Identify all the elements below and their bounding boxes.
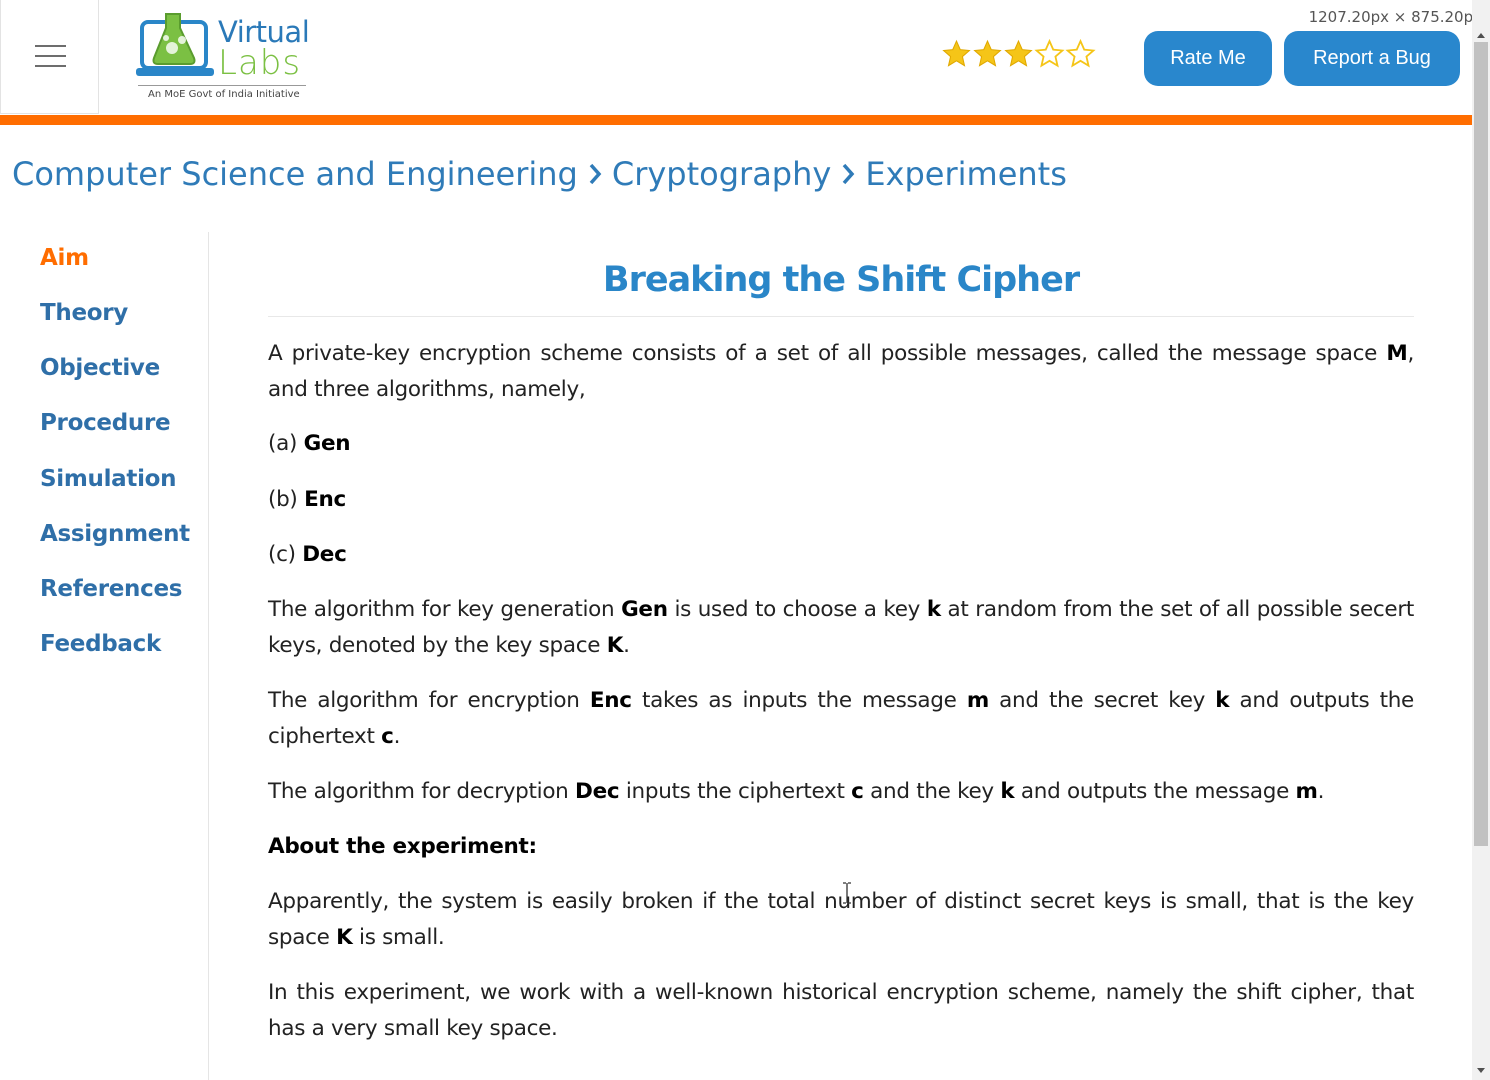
text: inputs the ciphertext	[619, 779, 852, 804]
title-divider	[268, 316, 1414, 317]
scroll-down-arrow-icon[interactable]	[1472, 1064, 1490, 1078]
symbol: k	[1000, 779, 1015, 804]
list-item-enc: (b) Enc	[268, 482, 1414, 518]
sidebar-item-procedure[interactable]: Procedure	[40, 410, 171, 436]
sidebar-item-assignment[interactable]: Assignment	[40, 521, 190, 547]
gen-paragraph: The algorithm for key generation Gen is …	[268, 592, 1414, 663]
algorithm-name: Enc	[304, 487, 346, 512]
list-prefix: (b)	[268, 487, 305, 512]
header-accent-bar	[0, 115, 1472, 125]
text: A private-key encryption scheme consists…	[268, 341, 1387, 366]
star-empty-icon[interactable]	[1065, 38, 1096, 70]
symbol: k	[926, 597, 941, 622]
virtual-labs-logo[interactable]: Virtual Labs An MoE Govt of India Initia…	[136, 6, 316, 106]
list-prefix: (a)	[268, 431, 304, 456]
hamburger-menu-button[interactable]	[0, 0, 99, 114]
breadcrumb-item-department[interactable]: Computer Science and Engineering	[12, 155, 578, 193]
experiment-paragraph: In this experiment, we work with a well-…	[268, 980, 1414, 1041]
logo-text-labs: Labs	[218, 43, 302, 83]
text: is small.	[352, 924, 445, 950]
message-space-symbol: M	[1386, 341, 1408, 366]
logo-divider	[138, 85, 306, 86]
logo-tagline: An MoE Govt of India Initiative	[148, 89, 300, 100]
breadcrumb: Computer Science and Engineering Cryptog…	[12, 155, 1067, 193]
list-item-dec: (c) Dec	[268, 537, 1414, 573]
sidebar-item-simulation[interactable]: Simulation	[40, 466, 177, 492]
rating-stars[interactable]	[941, 38, 1096, 70]
scroll-up-arrow-icon[interactable]	[1472, 28, 1490, 42]
chevron-right-icon	[843, 163, 855, 185]
page-title: Breaking the Shift Cipher	[602, 260, 1080, 300]
symbol: k	[1215, 688, 1230, 713]
symbol: m	[1295, 779, 1318, 804]
symbol: Enc	[589, 688, 632, 713]
text: .	[623, 632, 630, 658]
sidebar-item-aim[interactable]: Aim	[40, 245, 89, 271]
sidebar-item-theory[interactable]: Theory	[40, 300, 128, 326]
sidebar-nav: Aim Theory Objective Procedure Simulatio…	[0, 232, 209, 1080]
dimensions-tooltip: 1207.20px × 875.20px	[1308, 6, 1488, 28]
breadcrumb-item-lab[interactable]: Cryptography	[612, 155, 831, 193]
text: The algorithm for encryption	[268, 688, 590, 713]
symbol: K	[606, 632, 624, 658]
section-heading: About the experiment:	[268, 834, 537, 859]
intro-paragraph: A private-key encryption scheme consists…	[268, 336, 1414, 407]
chevron-right-icon	[589, 163, 602, 185]
list-prefix: (c)	[268, 542, 303, 567]
sidebar-item-references[interactable]: References	[40, 576, 182, 602]
text-cursor-icon	[843, 882, 851, 904]
text: and the secret key	[988, 688, 1216, 713]
dec-paragraph: The algorithm for decryption Dec inputs …	[268, 774, 1414, 810]
hamburger-menu-icon	[35, 45, 66, 47]
symbol: c	[851, 779, 864, 804]
sidebar-item-feedback[interactable]: Feedback	[40, 631, 161, 657]
algorithm-name: Gen	[303, 431, 351, 456]
symbol: K	[336, 924, 353, 950]
breadcrumb-item-experiments[interactable]: Experiments	[865, 155, 1067, 193]
symbol: m	[966, 688, 989, 713]
list-item-gen: (a) Gen	[268, 426, 1414, 462]
about-heading: About the experiment:	[268, 829, 1414, 865]
scrollbar-thumb[interactable]	[1474, 42, 1488, 846]
text: The algorithm for decryption	[268, 779, 576, 804]
text: is used to choose a key	[667, 597, 927, 622]
text: .	[393, 723, 401, 749]
rate-me-button[interactable]: Rate Me	[1144, 31, 1272, 86]
text: takes as inputs the message	[631, 688, 967, 713]
sidebar-item-objective[interactable]: Objective	[40, 355, 160, 381]
apparent-paragraph: Apparently, the system is easily broken …	[268, 884, 1414, 955]
star-empty-icon[interactable]	[1034, 38, 1065, 70]
enc-paragraph: The algorithm for encryption Enc takes a…	[268, 683, 1414, 754]
report-bug-button[interactable]: Report a Bug	[1284, 31, 1460, 86]
text: .	[1317, 779, 1325, 804]
site-header: Virtual Labs An MoE Govt of India Initia…	[0, 0, 1472, 116]
text: The algorithm for key generation	[268, 597, 622, 622]
star-filled-icon[interactable]	[1003, 38, 1034, 70]
text: and the key	[863, 779, 1001, 804]
star-filled-icon[interactable]	[972, 38, 1003, 70]
hamburger-line	[35, 55, 66, 57]
star-filled-icon[interactable]	[941, 38, 972, 70]
symbol: Dec	[575, 779, 620, 804]
algorithm-name: Dec	[302, 542, 347, 567]
symbol: Gen	[621, 597, 668, 622]
symbol: c	[381, 723, 394, 749]
flask-laptop-icon	[136, 13, 214, 76]
hamburger-line	[35, 65, 66, 67]
text: and outputs the message	[1014, 779, 1296, 804]
